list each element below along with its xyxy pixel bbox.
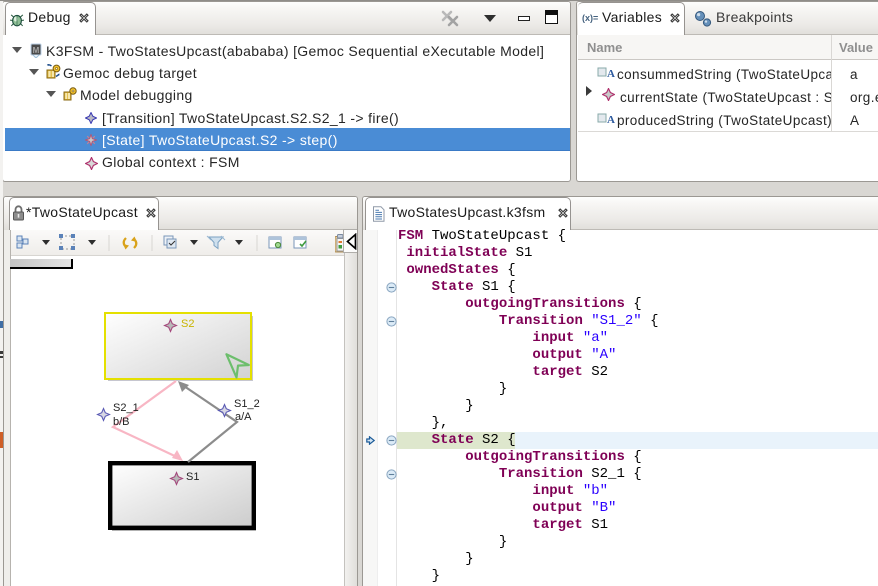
svg-text:A: A — [607, 68, 615, 79]
svg-text:M: M — [33, 46, 40, 55]
svg-text:A: A — [607, 114, 615, 125]
